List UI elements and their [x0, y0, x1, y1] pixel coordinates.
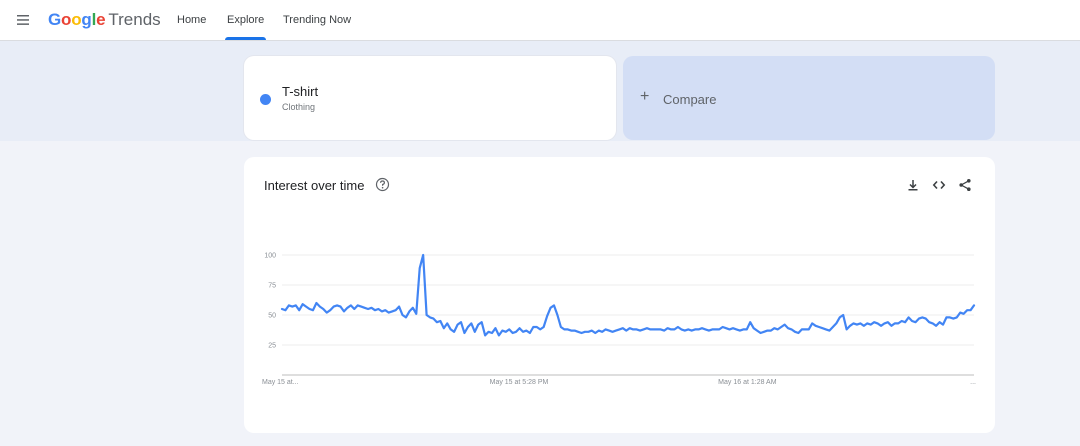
interest-line-chart: 100 75 50 25 May 15 at... May 15 at 5:28 PM Ma… — [262, 253, 976, 387]
y-tick-label: 75 — [268, 283, 276, 290]
x-tick-label: ... — [970, 379, 976, 386]
logo-letter: o — [61, 10, 72, 29]
logo-letter: o — [71, 10, 82, 29]
logo-letter: e — [96, 10, 106, 29]
plus-icon: + — [640, 88, 650, 105]
series-color-dot — [260, 94, 271, 105]
hamburger-menu-icon[interactable] — [16, 13, 30, 27]
x-tick-label: May 16 at 1:28 AM — [718, 379, 777, 386]
y-tick-label: 100 — [264, 253, 276, 260]
series-line-t-shirt — [280, 253, 976, 337]
search-term-card[interactable]: T-shirt Clothing — [244, 56, 616, 140]
nav-tab-explore[interactable]: Explore — [224, 0, 267, 40]
search-term-name: T-shirt — [282, 84, 319, 99]
logo-letter: g — [81, 10, 92, 29]
compare-label: Compare — [663, 92, 717, 107]
google-trends-logo[interactable]: Google Trends — [48, 10, 161, 30]
logo-product-text: Trends — [108, 10, 161, 29]
top-app-bar: Google Trends Home Explore Trending Now — [0, 0, 1080, 41]
y-tick-label: 25 — [268, 343, 276, 350]
x-tick-label: May 15 at... — [262, 379, 299, 386]
nav-tab-home[interactable]: Home — [177, 0, 206, 40]
search-term-category: Clothing — [282, 102, 316, 112]
nav-tab-trending-now[interactable]: Trending Now — [283, 0, 351, 40]
logo-brand-text: Google — [48, 10, 106, 29]
interest-over-time-card: Interest over time 100 75 50 25 May 15 at...… — [244, 157, 995, 433]
x-tick-label: May 15 at 5:28 PM — [490, 379, 549, 386]
logo-letter: G — [48, 10, 62, 29]
compare-button[interactable]: + Compare — [623, 56, 995, 140]
y-tick-label: 50 — [268, 313, 276, 320]
